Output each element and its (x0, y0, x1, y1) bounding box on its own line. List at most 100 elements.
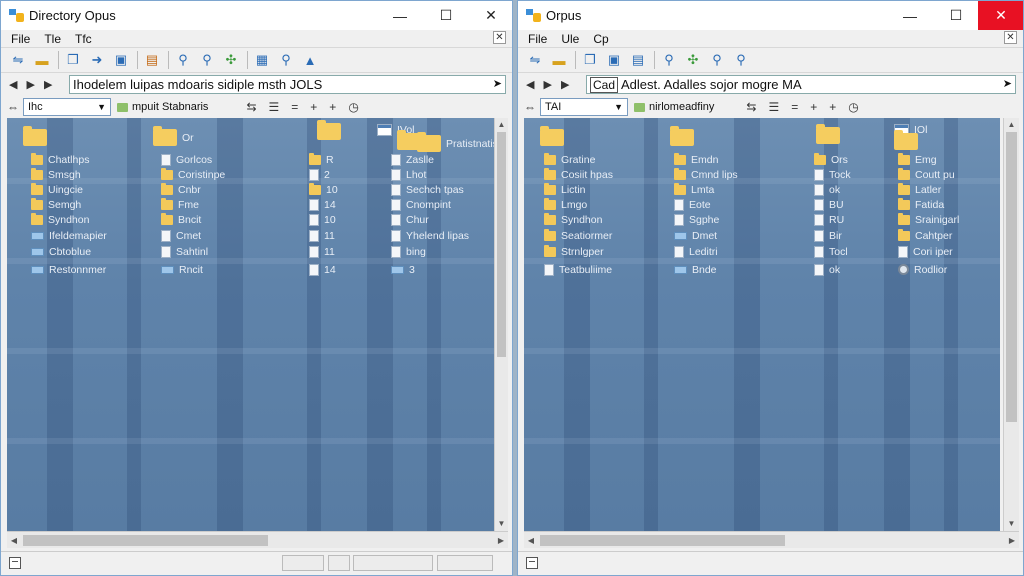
clock-icon[interactable]: ◷ (348, 100, 358, 114)
menu-file[interactable]: File (11, 32, 30, 46)
path-field[interactable]: Ihodelem luipas mdoaris sidiple msth JOL… (69, 75, 506, 94)
file-list-item[interactable]: Rodlior (898, 262, 947, 277)
file-list-item[interactable]: Coristinpe (161, 167, 225, 182)
find-icon[interactable]: ⚲ (706, 50, 728, 70)
file-list-item[interactable]: Smsgh (31, 167, 81, 182)
minimize-button[interactable]: — (377, 1, 423, 30)
filter-combo[interactable]: TAI ▼ (540, 98, 628, 116)
file-list-item[interactable]: Seatiormer (544, 228, 612, 243)
save-icon[interactable]: ▣ (110, 50, 132, 70)
plus-icon[interactable]: + (829, 100, 836, 114)
file-list-item[interactable]: Lictin (544, 182, 586, 197)
file-list-item[interactable]: Bncit (161, 212, 201, 227)
file-list-item[interactable]: Sahtinl (161, 244, 208, 259)
right-title-bar[interactable]: Orpus — ☐ ✕ (518, 1, 1023, 30)
file-list-item[interactable]: Gorlcos (161, 152, 212, 167)
list-view-icon[interactable]: ☰ (269, 100, 280, 114)
menu-edit[interactable]: Tle (44, 32, 61, 46)
file-list-item[interactable]: ok (814, 182, 840, 197)
menu-file[interactable]: File (528, 32, 547, 46)
file-list-item[interactable]: Cori iper (898, 244, 953, 259)
left-title-bar[interactable]: Directory Opus — ☐ ✕ (1, 1, 512, 30)
file-list-item[interactable]: Bnde (674, 262, 717, 277)
file-list-item[interactable]: Emg (898, 152, 937, 167)
file-list-item[interactable] (816, 124, 845, 144)
file-list-pane[interactable]: IOl Gratine Emdn Ors Emg Cosiit hpas Cmnd lips… (524, 118, 1000, 531)
go-arrow-icon[interactable]: ➤ (493, 77, 502, 90)
scroll-thumb[interactable] (497, 132, 506, 357)
file-list-item[interactable]: Gratine (544, 152, 595, 167)
upload-icon[interactable]: ▲ (299, 50, 321, 70)
file-list-item[interactable]: Zaslle (391, 152, 434, 167)
file-list-item[interactable]: 2 (309, 167, 330, 182)
file-list-item[interactable]: Dmet (674, 228, 717, 243)
file-list-item[interactable] (23, 126, 52, 146)
file-list-item[interactable] (317, 120, 346, 140)
folder-icon[interactable]: ▬ (548, 50, 570, 70)
file-list-item[interactable]: Bir (814, 228, 842, 243)
move-icon[interactable]: ▣ (603, 50, 625, 70)
menu-tools[interactable]: Cp (593, 32, 608, 46)
close-button[interactable]: ✕ (468, 1, 512, 30)
menu-tools[interactable]: Tfc (75, 32, 92, 46)
status-toggle-icon[interactable] (9, 557, 21, 569)
close-button[interactable]: ✕ (978, 1, 1023, 30)
file-list-item[interactable]: R (309, 152, 334, 167)
file-list-item[interactable]: Leditri (674, 244, 718, 259)
file-list-pane[interactable]: Or IVol Pratistnatis Chatlhps Gorlcos R Zaslle… (7, 118, 494, 531)
back-split-icon[interactable]: ⇋ (524, 50, 546, 70)
vertical-scrollbar[interactable]: ▲ ▼ (1003, 118, 1019, 531)
file-list-item[interactable]: Srainigarl (898, 212, 959, 227)
file-list-item[interactable]: Cnompint (391, 197, 451, 212)
copy-icon[interactable]: ❐ (62, 50, 84, 70)
path-field[interactable]: Cad Adlest. Adalles sojor mogre MA ➤ (586, 75, 1016, 94)
file-list-item[interactable]: Cmet (161, 228, 201, 243)
menu-close-icon[interactable]: ✕ (493, 31, 506, 44)
copy-icon[interactable]: ❐ (579, 50, 601, 70)
scroll-thumb[interactable] (1006, 132, 1017, 422)
file-list-item[interactable]: 10 (309, 212, 336, 227)
file-list-item[interactable]: RU (814, 212, 844, 227)
file-list-item[interactable]: Uingcie (31, 182, 83, 197)
scroll-left-icon[interactable]: ◀ (7, 532, 21, 549)
file-list-item[interactable]: Emdn (674, 152, 718, 167)
back-arrow-icon[interactable]: ◀ (9, 78, 17, 91)
file-list-item[interactable]: Lhot (391, 167, 426, 182)
file-list-item[interactable]: Tock (814, 167, 851, 182)
forward-arrow-icon[interactable]: ▶ (26, 78, 34, 91)
file-list-item[interactable]: Lmgo (544, 197, 587, 212)
file-list-item[interactable]: Semgh (31, 197, 81, 212)
file-list-item[interactable]: Sechch tpas (391, 182, 464, 197)
search-icon[interactable]: ⚲ (658, 50, 680, 70)
file-list-item[interactable]: 10 (309, 182, 338, 197)
maximize-button[interactable]: ☐ (933, 1, 979, 30)
split-icon[interactable]: ⇆ (246, 100, 256, 114)
scroll-left-icon[interactable]: ◀ (524, 532, 538, 549)
split-icon[interactable]: ⇆ (746, 100, 756, 114)
file-list-item[interactable]: Cnbr (161, 182, 201, 197)
scroll-down-icon[interactable]: ▼ (495, 517, 508, 531)
file-list-item[interactable]: BU (814, 197, 844, 212)
file-list-item[interactable]: 3 (391, 262, 415, 277)
file-list-item[interactable]: Pratistnatis (417, 132, 494, 152)
file-list-item[interactable]: Fme (161, 197, 199, 212)
back-split-icon[interactable]: ⇋ (7, 50, 29, 70)
file-list-item[interactable]: 11 (309, 228, 335, 243)
horizontal-scrollbar[interactable]: ◀ ▶ (7, 531, 508, 548)
equals-icon[interactable]: = (791, 100, 798, 114)
minimize-button[interactable]: — (887, 1, 933, 30)
file-list-item[interactable]: Cosiit hpas (544, 167, 613, 182)
back-arrow-icon[interactable]: ◀ (526, 78, 534, 91)
add-icon[interactable]: + (310, 100, 317, 114)
grid-icon[interactable]: ▦ (251, 50, 273, 70)
hscroll-thumb[interactable] (23, 535, 268, 546)
file-list-item[interactable]: Syndhon (544, 212, 602, 227)
horizontal-scrollbar[interactable]: ◀ ▶ (524, 531, 1019, 548)
file-list-item[interactable]: ok (814, 262, 840, 277)
folder-icon[interactable]: ▬ (31, 50, 53, 70)
network-icon[interactable]: ✣ (682, 50, 704, 70)
file-list-item[interactable]: Sgphe (674, 212, 719, 227)
file-list-item[interactable]: Latler (898, 182, 941, 197)
file-list-item[interactable] (894, 130, 923, 150)
folder-tab[interactable]: nirlomeadfiny (634, 101, 714, 113)
